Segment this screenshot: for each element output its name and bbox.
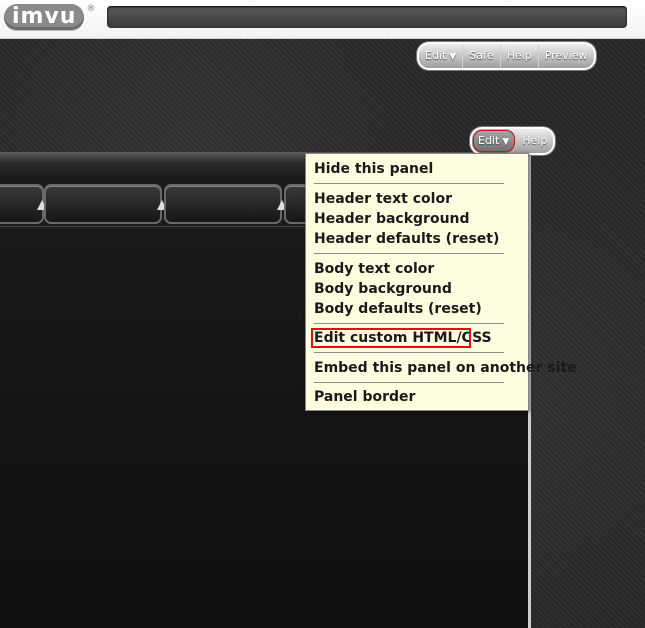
page-edit-button[interactable]: Edit ▼	[419, 44, 464, 68]
panel-help-button[interactable]: Help	[516, 129, 553, 153]
caret-down-icon: ▼	[502, 137, 510, 147]
menu-item-header-background[interactable]: Header background	[306, 209, 528, 229]
top-bar: imvu ®	[0, 0, 645, 39]
preview-button[interactable]: Preview	[539, 44, 594, 68]
menu-item-header-defaults[interactable]: Header defaults (reset)	[306, 229, 528, 249]
menu-separator	[314, 183, 504, 184]
panel-edit-button[interactable]: Edit ▼	[472, 129, 517, 153]
panel-edit-label: Edit	[478, 134, 500, 147]
page-help-button[interactable]: Help	[501, 44, 539, 68]
nav-button[interactable]	[164, 184, 282, 224]
menu-separator	[314, 352, 504, 353]
menu-separator	[314, 253, 504, 254]
menu-item-embed-panel[interactable]: Embed this panel on another site	[306, 358, 577, 378]
menu-item-body-background[interactable]: Body background	[306, 279, 528, 299]
registered-mark: ®	[86, 4, 96, 14]
menu-item-body-defaults[interactable]: Body defaults (reset)	[306, 299, 528, 319]
safe-button[interactable]: Safe	[463, 44, 501, 68]
nav-button[interactable]	[44, 184, 162, 224]
nav-button[interactable]	[0, 184, 44, 224]
edit-dropdown-menu: Hide this panel Header text color Header…	[305, 153, 577, 411]
logo-text: imvu	[4, 4, 85, 30]
menu-separator	[314, 323, 504, 324]
menu-separator	[314, 382, 504, 383]
top-search-bar[interactable]	[107, 6, 627, 28]
menu-item-edit-custom-html-css[interactable]: Edit custom HTML/CSS	[311, 328, 492, 348]
menu-item-header-text-color[interactable]: Header text color	[306, 189, 528, 209]
caret-down-icon: ▼	[449, 52, 457, 62]
menu-item-body-text-color[interactable]: Body text color	[306, 259, 528, 279]
menu-item-panel-border[interactable]: Panel border	[306, 387, 528, 407]
page-edit-toolbar: Edit ▼ Safe Help Preview	[417, 42, 596, 70]
panel-edit-toolbar: Edit ▼ Help	[470, 127, 556, 155]
menu-item-hide-panel[interactable]: Hide this panel	[306, 159, 528, 179]
imvu-logo[interactable]: imvu ®	[4, 4, 95, 30]
page-edit-label: Edit	[425, 49, 447, 62]
